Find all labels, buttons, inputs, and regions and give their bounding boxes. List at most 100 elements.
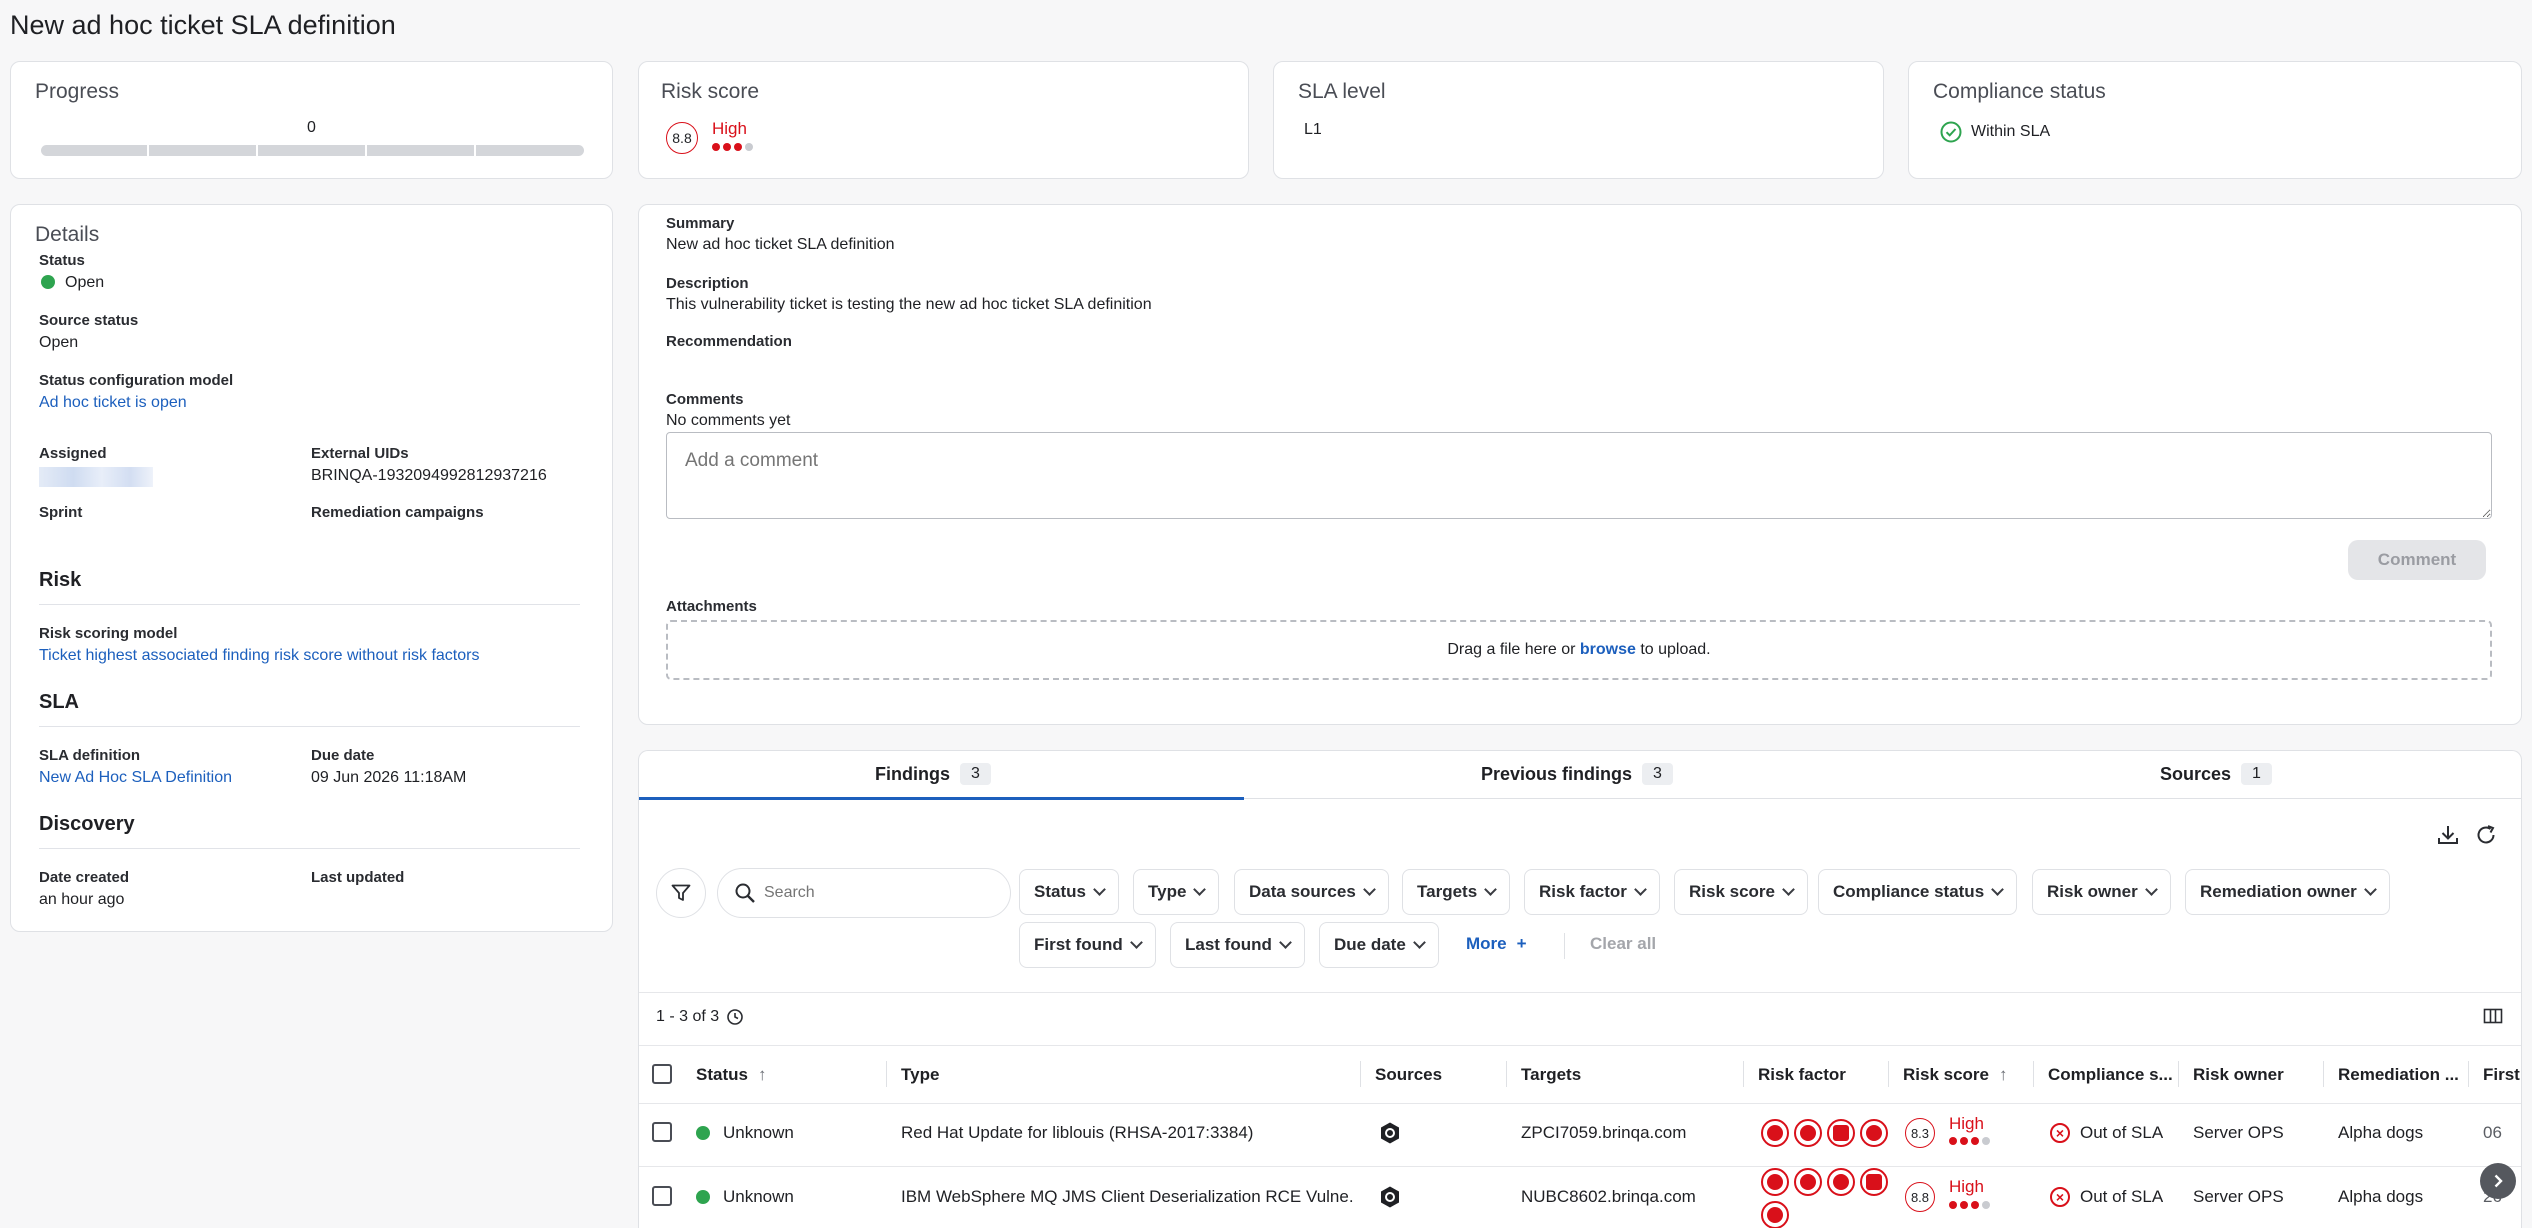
column-header-type[interactable]: Type <box>901 1065 939 1085</box>
external-uids-label: External UIDs <box>311 445 409 462</box>
more-filters-button[interactable]: More + <box>1466 934 1527 954</box>
row-type-link[interactable]: Red Hat Update for liblouis (RHSA-2017:3… <box>901 1123 1353 1143</box>
column-header-risk-owner[interactable]: Risk owner <box>2193 1065 2284 1085</box>
filter-chip-type[interactable]: Type <box>1133 869 1220 915</box>
tab-findings[interactable]: Findings 3 <box>875 763 991 785</box>
refresh-icon[interactable] <box>2474 823 2498 847</box>
summary-label: Summary <box>666 215 735 232</box>
table-row[interactable]: Unknown IBM WebSphere MQ JMS Client Dese… <box>639 1167 2521 1228</box>
risk-dots <box>1949 1137 1990 1145</box>
chevron-right-icon <box>2494 1174 2503 1188</box>
filter-chip-first-found[interactable]: First found <box>1019 922 1156 968</box>
browse-link[interactable]: browse <box>1580 641 1636 659</box>
row-risk-owner-link[interactable]: Server OPS <box>2193 1187 2284 1207</box>
status-value: Open <box>65 274 105 291</box>
risk-dots <box>712 143 753 151</box>
filter-chip-due-date[interactable]: Due date <box>1319 922 1439 968</box>
file-dropzone[interactable]: Drag a file here or browse to upload. <box>666 620 2492 680</box>
filter-chip-compliance-status[interactable]: Compliance status <box>1818 869 2018 915</box>
row-risk-owner-link[interactable]: Server OPS <box>2193 1123 2284 1143</box>
column-header-sources[interactable]: Sources <box>1375 1065 1442 1085</box>
filter-chip-label: Status <box>1034 882 1086 901</box>
filter-chip-remediation-owner[interactable]: Remediation owner <box>2185 869 2390 915</box>
assigned-avatar-redacted <box>39 467 153 487</box>
column-separator[interactable] <box>886 1061 887 1087</box>
clear-all-button[interactable]: Clear all <box>1590 934 1656 954</box>
row-target-link[interactable]: NUBC8602.brinqa.com <box>1521 1187 1696 1207</box>
column-header-targets[interactable]: Targets <box>1521 1065 1581 1085</box>
filter-chip-data-sources[interactable]: Data sources <box>1234 869 1389 915</box>
row-checkbox[interactable] <box>652 1186 672 1206</box>
attachments-label: Attachments <box>666 598 757 615</box>
download-icon[interactable] <box>2436 823 2460 847</box>
row-checkbox[interactable] <box>652 1122 672 1142</box>
row-remediation-owner-link[interactable]: Alpha dogs <box>2338 1187 2423 1207</box>
description-label: Description <box>666 275 749 292</box>
row-target-link[interactable]: ZPCI7059.brinqa.com <box>1521 1123 1686 1143</box>
filter-chip-label: Risk score <box>1689 882 1775 901</box>
column-separator[interactable] <box>1743 1061 1744 1087</box>
filter-toggle-button[interactable] <box>656 868 706 918</box>
row-status: Unknown <box>723 1187 794 1206</box>
row-remediation-owner-link[interactable]: Alpha dogs <box>2338 1123 2423 1143</box>
tab-sources[interactable]: Sources 1 <box>2160 763 2272 785</box>
column-header-status[interactable]: Status ↑ <box>696 1065 766 1085</box>
search-input[interactable] <box>764 884 984 902</box>
risk-factor-icon <box>1761 1201 1789 1228</box>
column-header-first-found[interactable]: First <box>2483 1065 2521 1085</box>
filter-chip-label: Remediation owner <box>2200 882 2357 901</box>
risk-section-heading: Risk <box>39 569 82 591</box>
scroll-right-button[interactable] <box>2480 1163 2516 1199</box>
sla-level-title: SLA level <box>1298 80 1386 103</box>
column-separator[interactable] <box>2033 1061 2034 1087</box>
filter-chip-risk-score[interactable]: Risk score <box>1674 869 1808 915</box>
filter-chip-label: Risk owner <box>2047 882 2138 901</box>
risk-dot <box>723 143 731 151</box>
comment-button[interactable]: Comment <box>2348 540 2486 580</box>
risk-score-badge: 8.8 <box>666 122 698 154</box>
risk-dots <box>1949 1201 1990 1209</box>
filter-chip-risk-factor[interactable]: Risk factor <box>1524 869 1660 915</box>
column-header-compliance-status[interactable]: Compliance s... <box>2048 1065 2176 1085</box>
column-header-remediation-owner[interactable]: Remediation ... <box>2338 1065 2466 1085</box>
check-circle-icon <box>1940 121 1962 143</box>
risk-model-link[interactable]: Ticket highest associated finding risk s… <box>39 647 479 665</box>
column-separator[interactable] <box>1888 1061 1889 1087</box>
column-separator[interactable] <box>2178 1061 2179 1087</box>
tab-previous-findings-label: Previous findings <box>1481 763 1633 784</box>
external-uids-value: BRINQA-1932094992812937216 <box>311 467 547 484</box>
tab-sources-count: 1 <box>2241 763 2272 785</box>
filter-chip-last-found[interactable]: Last found <box>1170 922 1305 968</box>
risk-dot <box>734 143 742 151</box>
row-type-link[interactable]: IBM WebSphere MQ JMS Client Deserializat… <box>901 1187 1353 1207</box>
sla-level-value: L1 <box>1304 121 1322 138</box>
filter-chip-targets[interactable]: Targets <box>1402 869 1511 915</box>
progress-title: Progress <box>35 80 120 103</box>
last-updated-label: Last updated <box>311 869 405 886</box>
assigned-label: Assigned <box>39 445 107 462</box>
filter-chip-status[interactable]: Status <box>1019 869 1119 915</box>
discovery-section-heading: Discovery <box>39 813 135 835</box>
status-config-link[interactable]: Ad hoc ticket is open <box>39 394 187 412</box>
comment-input[interactable] <box>666 432 2492 519</box>
summary-value: New ad hoc ticket SLA definition <box>666 236 895 253</box>
column-separator[interactable] <box>1506 1061 1507 1087</box>
column-header-risk-factor[interactable]: Risk factor <box>1758 1065 1846 1085</box>
row-risk-score: 8.8 <box>1905 1182 1935 1212</box>
column-separator[interactable] <box>1360 1061 1361 1087</box>
select-all-checkbox[interactable] <box>652 1064 672 1084</box>
compliance-value: Within SLA <box>1971 123 2051 140</box>
tab-previous-findings[interactable]: Previous findings 3 <box>1481 763 1673 785</box>
filter-chip-label: Due date <box>1334 935 1406 954</box>
source-status-label: Source status <box>39 312 139 329</box>
sla-definition-link[interactable]: New Ad Hoc SLA Definition <box>39 769 232 787</box>
column-header-risk-score[interactable]: Risk score ↑ <box>1903 1065 2008 1085</box>
table-row[interactable]: Unknown Red Hat Update for liblouis (RHS… <box>639 1104 2521 1166</box>
column-separator[interactable] <box>2468 1061 2469 1087</box>
filter-chip-risk-owner[interactable]: Risk owner <box>2032 869 2171 915</box>
column-separator[interactable] <box>2323 1061 2324 1087</box>
dropzone-text: Drag a file here or <box>1447 641 1580 658</box>
details-card: Details Status Open Source status Open S… <box>10 204 613 932</box>
columns-icon[interactable] <box>2483 1007 2503 1025</box>
search-box[interactable] <box>717 868 1011 918</box>
